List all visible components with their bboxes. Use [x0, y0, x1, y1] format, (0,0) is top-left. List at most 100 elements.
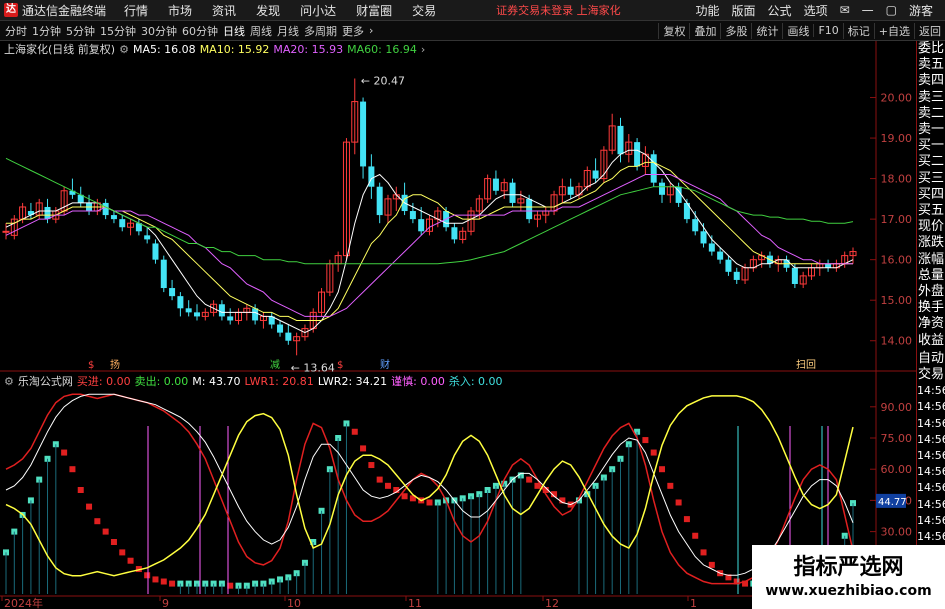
side-label: 收益 [917, 332, 944, 348]
login-notice[interactable]: 证券交易未登录 上海家化 [496, 2, 621, 18]
side-label[interactable]: 自动 [917, 351, 945, 367]
period-tab[interactable]: 60分钟 [182, 23, 218, 39]
menu-function[interactable]: 功能 [696, 2, 720, 19]
period-tab[interactable]: 周线 [250, 23, 272, 39]
watermark-url: www.xuezhibiao.com [765, 583, 932, 599]
candle-body [193, 312, 200, 317]
side-label: 卖一 [917, 122, 944, 138]
candle-body [160, 259, 167, 289]
period-tab[interactable]: 1分钟 [32, 23, 61, 39]
candle-body [144, 235, 151, 240]
lwr2-line [5, 393, 854, 576]
tool-button-restore[interactable]: 复权 [658, 22, 689, 39]
candle-body [725, 259, 732, 272]
indicator-name: 乐淘公式网 [17, 375, 73, 388]
period-tab[interactable]: 月线 [277, 23, 299, 39]
candle-body [650, 154, 657, 183]
mail-icon[interactable]: ✉ [840, 3, 850, 17]
tool-button-multi[interactable]: 多股 [720, 22, 751, 39]
tool-button-mark[interactable]: 标记 [842, 22, 874, 39]
settings-icon[interactable]: ⚙ [119, 43, 129, 56]
menu-news[interactable]: 资讯 [212, 2, 236, 19]
tool-button-watchlist[interactable]: +自选 [873, 22, 914, 39]
side-label: 买五 [917, 203, 944, 219]
menu-discover[interactable]: 发现 [256, 2, 280, 19]
side-time: 14:56 [917, 497, 945, 511]
side-label: 买四 [917, 186, 944, 202]
candle-body [451, 227, 458, 240]
period-tab[interactable]: 多周期 [304, 23, 337, 39]
lwr1-line [5, 393, 854, 585]
user-label[interactable]: 游客 [909, 2, 933, 19]
m-label: M: 43.70 [192, 374, 241, 388]
menu-layout[interactable]: 版面 [732, 2, 756, 19]
candle-body [169, 288, 176, 297]
osc-bar [127, 557, 134, 564]
period-tab-daily[interactable]: 日线 [223, 23, 245, 39]
minimize-icon[interactable]: — [862, 3, 874, 17]
tool-button-f10[interactable]: F10 [813, 24, 842, 37]
stock-chart[interactable]: 14.00 15.00 16.00 17.00 18.00 19.00 20.00 ← 20.… [0, 41, 917, 609]
menu-bar: 达 通达信金融终端 行情 市场 资讯 发现 问小达 财富圈 交易 证券交易未登录… [0, 0, 945, 21]
side-time: 14:56 [917, 513, 945, 527]
osc-bar [526, 476, 533, 483]
osc-bar [86, 503, 93, 510]
watermark-title: 指标严选网 [793, 555, 904, 580]
ma60-label: MA60: 16.94 [347, 42, 417, 56]
period-tab[interactable]: 15分钟 [100, 23, 136, 39]
osc-y-tick-label: 30.00 [881, 526, 913, 539]
candle-body [418, 219, 425, 232]
chevron-right-icon[interactable]: › [421, 43, 425, 56]
lwr2-label: LWR2: 34.21 [317, 374, 388, 388]
period-tab[interactable]: 30分钟 [141, 23, 177, 39]
y-tick-label: 20.00 [881, 92, 913, 105]
x-tick-label: 2024年 [4, 596, 43, 609]
osc-bar [368, 462, 375, 469]
ma5-label: MA5: 16.08 [132, 42, 196, 56]
side-label[interactable]: 委比 [917, 41, 945, 57]
side-label[interactable]: 交易 [917, 367, 945, 383]
menu-market[interactable]: 市场 [168, 2, 192, 19]
menu-trade[interactable]: 交易 [412, 2, 436, 19]
period-tab[interactable]: 分时 [5, 23, 27, 39]
osc-bar [667, 482, 674, 489]
chevron-right-icon[interactable]: › [369, 24, 373, 37]
period-tab[interactable]: 5分钟 [66, 23, 95, 39]
side-label: 卖二 [917, 105, 944, 121]
event-marker: 减 [270, 359, 280, 371]
side-label: 总量 [917, 267, 944, 283]
side-time: 14:56 [917, 530, 945, 544]
osc-bar [700, 549, 707, 556]
y-tick-label: 14.00 [881, 335, 913, 348]
osc-y-tick-label: 60.00 [881, 463, 913, 476]
period-tab-more[interactable]: 更多 [342, 23, 364, 39]
x-tick-label: 9 [162, 597, 169, 609]
settings-icon[interactable]: ⚙ [4, 375, 14, 388]
tool-button-stats[interactable]: 统计 [751, 22, 782, 39]
ma20-line [5, 174, 853, 317]
tool-button-draw[interactable]: 画线 [782, 22, 813, 39]
menu-quotes[interactable]: 行情 [124, 2, 148, 19]
side-label: 卖四 [917, 73, 944, 89]
maximize-icon[interactable]: ▢ [886, 3, 897, 17]
menu-ask[interactable]: 问小达 [300, 2, 336, 19]
high-price-label: ← 20.47 [361, 74, 405, 87]
y-tick-label: 19.00 [881, 132, 913, 145]
side-time: 14:56 [917, 432, 945, 446]
side-time: 14:56 [917, 384, 945, 398]
menu-wealth[interactable]: 财富圈 [356, 2, 392, 19]
tool-button-overlay[interactable]: 叠加 [689, 22, 720, 39]
y-tick-label: 17.00 [881, 213, 913, 226]
candle-body [119, 219, 126, 228]
signal-yellow-line [5, 395, 854, 577]
tool-button-back[interactable]: 返回 [914, 22, 945, 39]
candle-body [692, 219, 699, 232]
osc-bar [650, 449, 657, 456]
menu-formula[interactable]: 公式 [768, 2, 792, 19]
menu-options[interactable]: 选项 [804, 2, 828, 19]
candle-body [376, 186, 383, 216]
buy-label: 买进: 0.00 [76, 375, 131, 388]
side-time: 14:56 [917, 481, 945, 495]
osc-bar [61, 449, 68, 456]
ma10-line [6, 161, 853, 321]
